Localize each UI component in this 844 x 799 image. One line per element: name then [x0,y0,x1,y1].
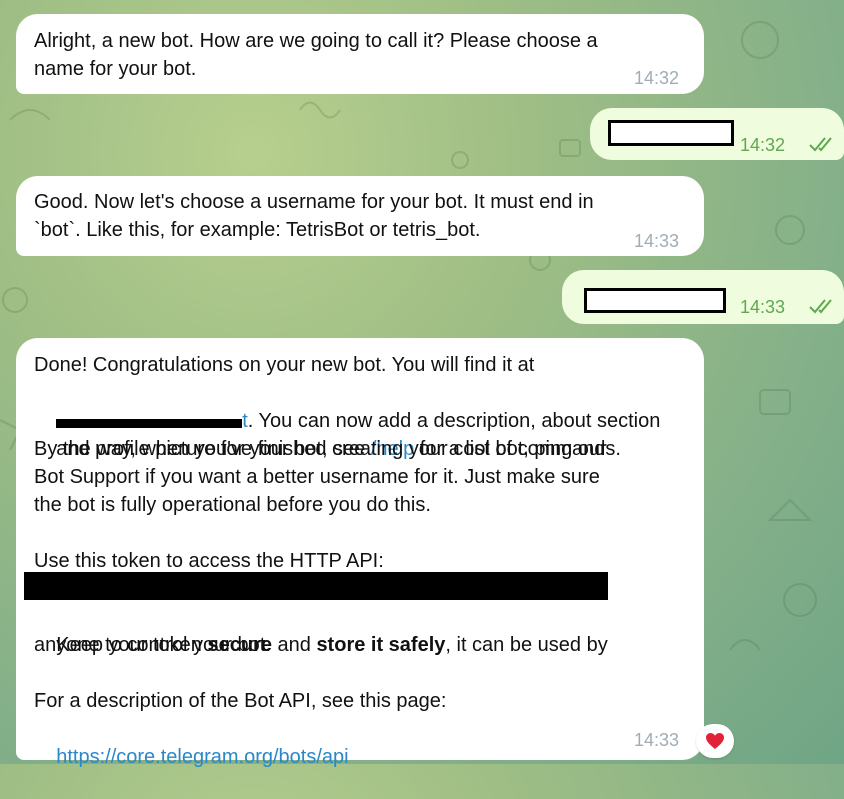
message-text-line: For a description of the Bot API, see th… [34,690,447,712]
double-check-icon [809,137,832,152]
message-bubble-incoming[interactable]: Alright, a new bot. How are we going to … [16,14,704,94]
message-bubble-outgoing[interactable]: 14:32 [590,108,844,160]
message-text-line: Bot Support if you want a better usernam… [34,466,600,488]
message-time: 14:32 [634,68,680,88]
message-time: 14:33 [634,730,680,750]
redacted-token [24,572,608,600]
message-text: Alright, a new bot. How are we going to … [34,30,604,80]
message-text-line: By the way, when you've finished creatin… [34,438,607,460]
message-text-line: `bot`. Like this, for example: TetrisBot… [34,219,481,241]
message-text-line: https://core.telegram.org/bots/api [34,715,686,799]
message-text-line: Done! Congratulations on your new bot. Y… [34,354,535,376]
message-bubble-incoming[interactable]: Good. Now let's choose a username for yo… [16,176,704,256]
message-bubble-outgoing[interactable]: 14:33 [562,270,844,324]
redacted-text [584,288,726,313]
message-time: 14:33 [740,297,786,317]
message-text-line: Use this token to access the HTTP API: [34,550,384,572]
heart-icon [706,733,724,749]
message-time: 14:32 [740,135,786,155]
message-text-line: the bot is fully operational before you … [34,494,431,516]
message-text-line: Good. Now let's choose a username for yo… [34,191,594,213]
redacted-text [608,120,734,146]
message-time: 14:33 [634,231,680,251]
message-bubble-incoming[interactable]: Done! Congratulations on your new bot. Y… [16,338,704,768]
reaction-badge[interactable] [696,724,734,758]
bot-api-link[interactable]: https://core.telegram.org/bots/api [56,746,348,768]
double-check-icon [809,299,832,314]
message-text-line: anyone to control your bot. [34,634,271,656]
